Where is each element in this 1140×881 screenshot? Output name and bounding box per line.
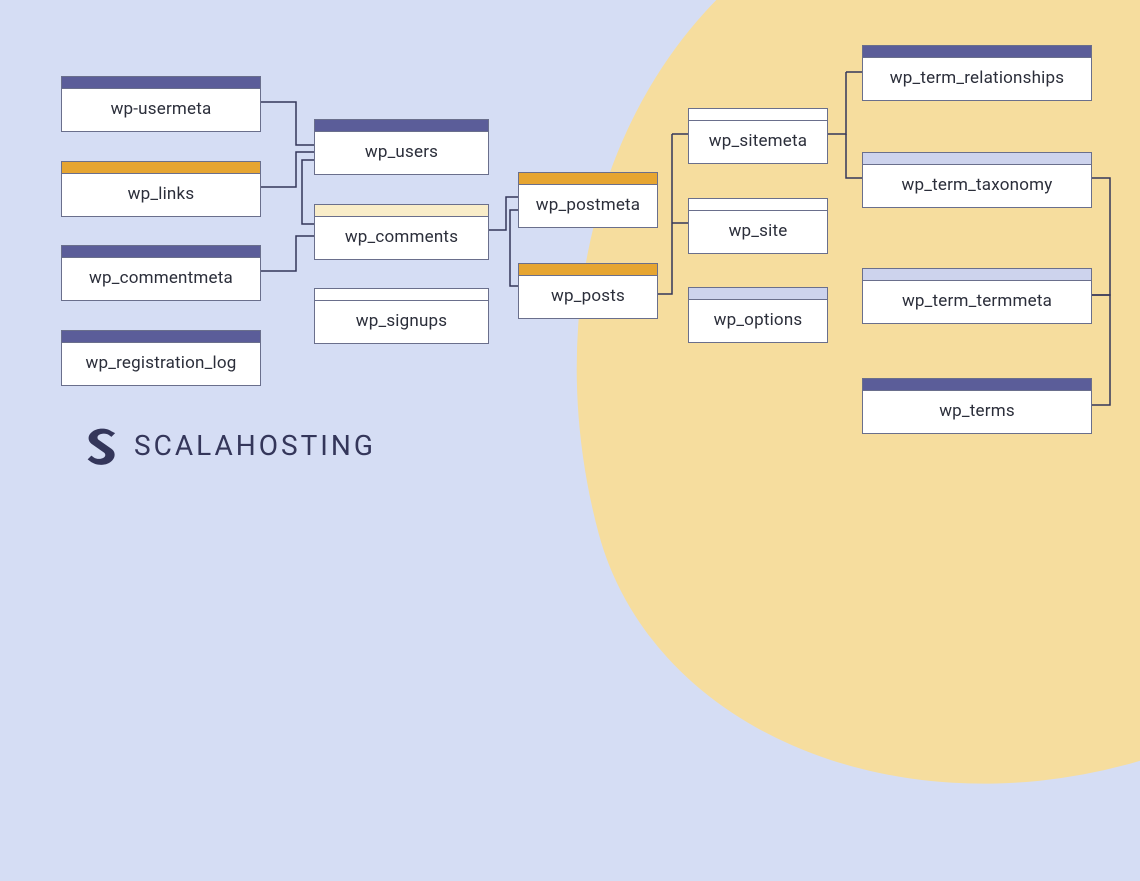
table-header <box>863 153 1091 165</box>
table-label: wp_term_termmeta <box>863 281 1091 323</box>
scalahosting-icon <box>82 425 122 465</box>
table-wp-site: wp_site <box>688 198 828 254</box>
brand-name: SCALAHOSTING <box>134 429 376 462</box>
table-header <box>689 109 827 121</box>
brand-logo: SCALAHOSTING <box>82 425 376 465</box>
table-label: wp_term_taxonomy <box>863 165 1091 207</box>
table-label: wp_commentmeta <box>62 258 260 300</box>
table-header <box>62 77 260 89</box>
table-wp-usermeta: wp-usermeta <box>61 76 261 132</box>
table-header <box>62 331 260 343</box>
table-label: wp_comments <box>315 217 488 259</box>
table-header <box>519 173 657 185</box>
table-header <box>863 46 1091 58</box>
table-header <box>863 269 1091 281</box>
table-label: wp_registration_log <box>62 343 260 385</box>
table-wp-options: wp_options <box>688 287 828 343</box>
table-header <box>863 379 1091 391</box>
table-label: wp_term_relationships <box>863 58 1091 100</box>
table-label: wp_users <box>315 132 488 174</box>
table-header <box>519 264 657 276</box>
table-wp-registration-log: wp_registration_log <box>61 330 261 386</box>
table-label: wp_site <box>689 211 827 253</box>
table-wp-term-taxonomy: wp_term_taxonomy <box>862 152 1092 208</box>
table-label: wp_terms <box>863 391 1091 433</box>
table-header <box>689 288 827 300</box>
table-wp-term-termmeta: wp_term_termmeta <box>862 268 1092 324</box>
table-wp-postmeta: wp_postmeta <box>518 172 658 228</box>
table-header <box>62 162 260 174</box>
table-wp-users: wp_users <box>314 119 489 175</box>
table-header <box>315 205 488 217</box>
table-label: wp_options <box>689 300 827 342</box>
table-wp-links: wp_links <box>61 161 261 217</box>
table-header <box>689 199 827 211</box>
table-label: wp_postmeta <box>519 185 657 227</box>
table-label: wp_posts <box>519 276 657 318</box>
table-wp-terms: wp_terms <box>862 378 1092 434</box>
table-label: wp_links <box>62 174 260 216</box>
table-label: wp-usermeta <box>62 89 260 131</box>
table-header <box>62 246 260 258</box>
table-wp-term-relationships: wp_term_relationships <box>862 45 1092 101</box>
table-wp-comments: wp_comments <box>314 204 489 260</box>
table-header <box>315 120 488 132</box>
table-wp-posts: wp_posts <box>518 263 658 319</box>
table-label: wp_sitemeta <box>689 121 827 163</box>
table-wp-signups: wp_signups <box>314 288 489 344</box>
table-header <box>315 289 488 301</box>
table-wp-sitemeta: wp_sitemeta <box>688 108 828 164</box>
table-label: wp_signups <box>315 301 488 343</box>
table-wp-commentmeta: wp_commentmeta <box>61 245 261 301</box>
